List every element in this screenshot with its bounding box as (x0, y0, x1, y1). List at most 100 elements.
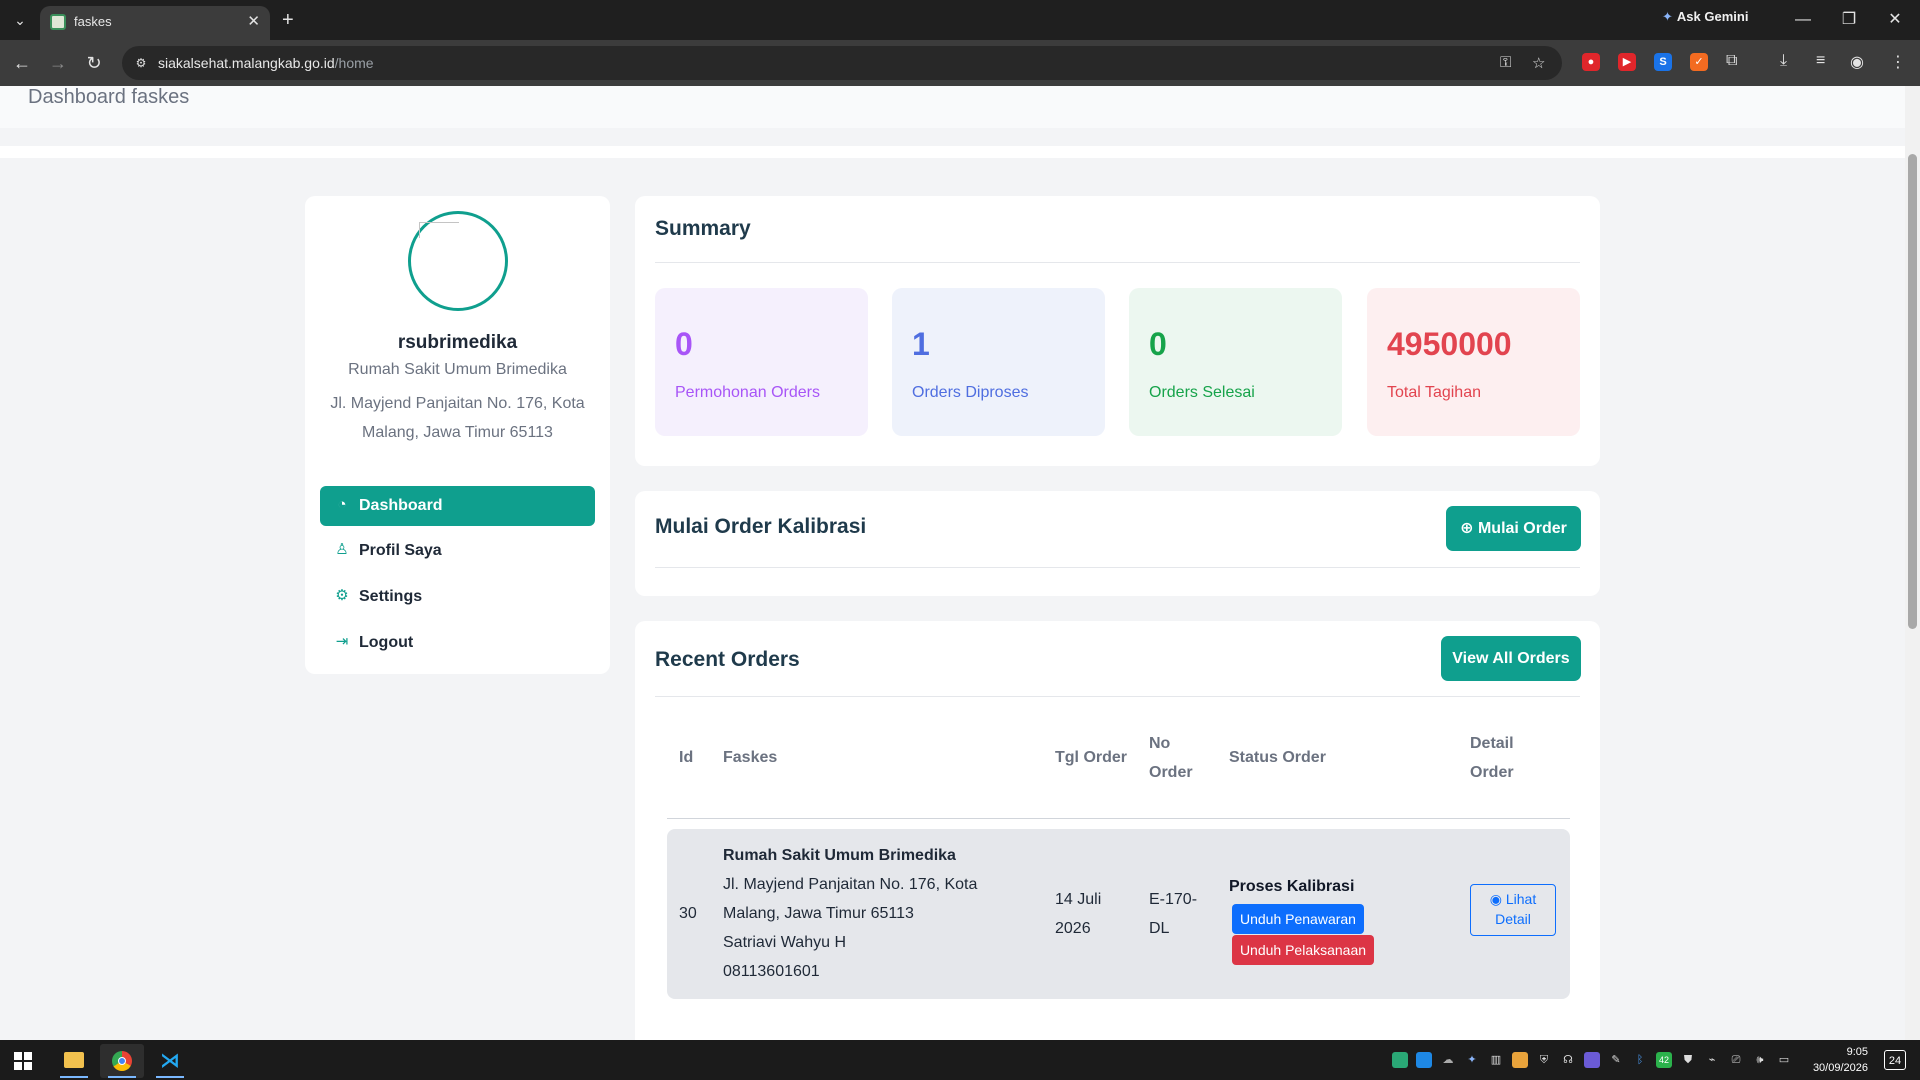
tray-security-icon[interactable]: ⛊ (1680, 1052, 1696, 1068)
divider (655, 567, 1580, 568)
extension-s-icon[interactable]: S (1654, 53, 1672, 71)
chrome-taskbar-icon[interactable] (100, 1044, 144, 1078)
mulai-order-button[interactable]: ⊕ Mulai Order (1446, 506, 1581, 551)
site-info-icon[interactable]: ⚙ (132, 54, 150, 72)
header-line: Order (1470, 764, 1514, 781)
download-icon[interactable]: ⤓ (1780, 52, 1787, 70)
extension-video-icon[interactable]: ▶ (1618, 53, 1636, 71)
forward-arrow-icon[interactable]: → (46, 51, 70, 75)
gemini-sparkle-icon: ✦ (1662, 9, 1673, 24)
order-no-line: E-170- (1149, 891, 1198, 908)
ask-gemini-button[interactable]: ✦ Ask Gemini (1662, 9, 1748, 25)
tray-app-icon[interactable] (1512, 1052, 1528, 1068)
tray-app-icon[interactable]: 42 (1656, 1052, 1672, 1068)
vscode-taskbar-icon[interactable]: ⋊ (148, 1044, 192, 1078)
file-explorer-icon[interactable] (52, 1044, 96, 1078)
view-all-orders-button[interactable]: View All Orders (1441, 636, 1581, 681)
plus-circle-icon: ⊕ (1460, 520, 1474, 537)
profile-card: rsubrimedika Rumah Sakit Umum Brimedika … (305, 196, 610, 674)
cell-tgl-order: 14 Juli 2026 (1055, 885, 1101, 943)
stat-total-tagihan: 4950000 Total Tagihan (1367, 288, 1580, 436)
stat-value: 4950000 (1387, 326, 1512, 362)
faskes-address-line: Malang, Jawa Timur 65113 (723, 905, 914, 922)
address-bar[interactable]: ⚙ siakalsehat.malangkab.go.id/home ⚿ ☆ (122, 46, 1562, 80)
battery-icon[interactable]: ▭ (1776, 1052, 1792, 1068)
sidebar-item-label: Dashboard (359, 497, 443, 514)
extensions-puzzle-icon[interactable]: ⧉ (1726, 52, 1737, 70)
stat-label: Orders Diproses (912, 384, 1029, 401)
tray-app-icon[interactable] (1584, 1052, 1600, 1068)
table-header-divider (667, 818, 1570, 819)
url-path: /home (334, 55, 374, 71)
site-favicon-icon (50, 14, 66, 30)
chrome-logo-center (118, 1057, 126, 1065)
sidebar-item-logout[interactable]: ⇥ Logout (320, 623, 595, 663)
header-line: Order (1149, 764, 1193, 781)
tray-pen-icon[interactable]: ✎ (1608, 1052, 1624, 1068)
bluetooth-icon[interactable]: ᛒ (1632, 1052, 1648, 1068)
bookmark-star-icon[interactable]: ☆ (1532, 54, 1545, 72)
tray-gemini-icon[interactable]: ✦ (1464, 1052, 1480, 1068)
column-header-faskes: Faskes (723, 749, 778, 766)
tray-chart-icon[interactable]: ▥ (1488, 1052, 1504, 1068)
tray-app-icon[interactable] (1416, 1052, 1432, 1068)
username: rsubrimedika (397, 332, 518, 353)
stat-value: 1 (912, 326, 930, 362)
browser-tab[interactable]: faskes ✕ (40, 6, 270, 40)
sidebar-item-settings[interactable]: ⚙ Settings (320, 577, 595, 617)
back-arrow-icon[interactable]: ← (10, 51, 34, 75)
vscode-logo: ⋊ (160, 1050, 180, 1072)
broken-image-icon (419, 222, 459, 238)
network-icon[interactable]: ⎚ (1728, 1052, 1744, 1068)
tray-cloud-icon[interactable]: ☁ (1440, 1052, 1456, 1068)
sidebar-item-label: Logout (359, 634, 414, 651)
tray-shield-icon[interactable]: ⛨ (1536, 1052, 1552, 1068)
stat-label: Orders Selesai (1149, 384, 1255, 401)
page-scrollbar[interactable] (1905, 86, 1920, 1040)
media-queue-icon[interactable]: ≡ (1816, 52, 1825, 70)
column-header-status-order: Status Order (1229, 749, 1326, 766)
lihat-detail-button[interactable]: ◉ Lihat Detail (1470, 884, 1556, 936)
clock-date: 30/09/2026 (1812, 1062, 1868, 1074)
tab-close-icon[interactable]: ✕ (247, 12, 260, 30)
close-window-icon[interactable]: ✕ (1872, 6, 1918, 34)
page-title: Dashboard faskes (28, 86, 190, 108)
notification-center-icon[interactable]: 24 (1884, 1050, 1906, 1070)
unduh-pelaksanaan-button[interactable]: Unduh Pelaksanaan (1232, 935, 1374, 965)
header-band (0, 146, 1905, 158)
sidebar-item-label: Settings (359, 588, 423, 605)
volume-icon[interactable]: 🕪 (1752, 1052, 1768, 1068)
cell-faskes: Rumah Sakit Umum Brimedika Jl. Mayjend P… (723, 841, 977, 986)
column-header-tgl-order: Tgl Order (1055, 749, 1128, 766)
reload-icon[interactable]: ↻ (82, 51, 106, 75)
status-text: Proses Kalibrasi (1229, 878, 1355, 895)
profile-avatar-icon[interactable]: ◉ (1850, 52, 1864, 72)
url-text: siakalsehat.malangkab.go.id/home (158, 55, 374, 71)
browser-menu-icon[interactable]: ⋮ (1890, 52, 1906, 72)
minimize-icon[interactable]: — (1780, 6, 1826, 34)
unduh-penawaran-button[interactable]: Unduh Penawaran (1232, 904, 1364, 934)
tray-headset-icon[interactable]: ☊ (1560, 1052, 1576, 1068)
divider (655, 262, 1580, 263)
windows-start-icon[interactable] (14, 1052, 32, 1070)
sidebar-item-dashboard[interactable]: ◔ Dashboard (320, 486, 595, 526)
tab-search-chevron-icon[interactable]: ⌄ (8, 8, 32, 32)
restore-icon[interactable]: ❐ (1826, 6, 1872, 34)
tray-usb-icon[interactable]: ⌁ (1704, 1052, 1720, 1068)
logout-icon: ⇥ (335, 633, 349, 650)
stat-value: 0 (1149, 326, 1167, 362)
extension-orange-icon[interactable]: ✓ (1690, 53, 1708, 71)
extension-red-icon[interactable]: ● (1582, 53, 1600, 71)
faskes-address-line: Jl. Mayjend Panjaitan No. 176, Kota (723, 876, 978, 893)
system-clock[interactable]: 9:05 30/09/2026 (1813, 1044, 1868, 1076)
column-header-detail-order: Detail Order (1470, 729, 1514, 787)
scrollbar-thumb[interactable] (1908, 154, 1917, 629)
password-key-icon[interactable]: ⚿ (1500, 54, 1511, 71)
summary-title: Summary (655, 217, 751, 240)
stat-value: 0 (675, 326, 693, 362)
date-line: 14 Juli (1055, 891, 1102, 908)
new-tab-plus-icon[interactable]: + (282, 8, 294, 32)
sidebar-item-profil-saya[interactable]: ♙ Profil Saya (320, 531, 595, 571)
tray-app-icon[interactable] (1392, 1052, 1408, 1068)
date-line: 2026 (1055, 920, 1091, 937)
